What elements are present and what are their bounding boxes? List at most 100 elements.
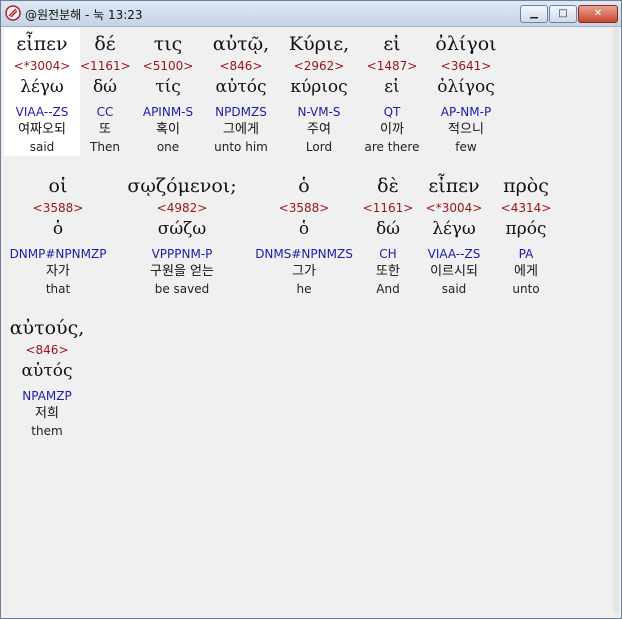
english-gloss: unto him	[214, 140, 268, 154]
english-gloss: be saved	[154, 282, 210, 296]
strong-number: <*3004>	[13, 59, 71, 73]
english-gloss: few	[455, 140, 477, 154]
english-gloss: he	[296, 282, 312, 296]
strong-number: <3588>	[278, 201, 330, 215]
word-cell[interactable]: Κύριε, <2962> κύριος N-VM-S 주여 Lord	[276, 28, 362, 156]
korean-gloss: 여짜오되	[18, 122, 66, 137]
korean-gloss: 혹이	[156, 122, 180, 137]
morphology-code: NPDMZS	[215, 105, 267, 119]
lemma: λέγω	[20, 77, 64, 97]
greek-word: σῳζόμενοι;	[127, 175, 237, 197]
english-gloss: Lord	[305, 140, 333, 154]
strong-number: <4314>	[500, 201, 552, 215]
strong-number: <2962>	[293, 59, 345, 73]
scrollbar[interactable]	[613, 28, 619, 613]
word-cell[interactable]: αὐτούς, <846> αὐτός NPAMZP 저희 them	[4, 312, 90, 440]
english-gloss: said	[29, 140, 55, 154]
greek-word: δὲ	[377, 175, 399, 197]
korean-gloss: 주여	[307, 122, 331, 137]
morphology-code: AP-NM-P	[440, 105, 492, 119]
close-button[interactable]: ✕	[578, 5, 618, 23]
korean-gloss: 그에게	[223, 122, 259, 137]
word-cell[interactable]: δὲ <1161> δώ CH 또한 And	[358, 170, 418, 298]
word-cell[interactable]: πρὸς <4314> πρός PA 에게 unto	[490, 170, 562, 298]
korean-gloss: 이까	[380, 122, 404, 137]
strong-number: <4982>	[156, 201, 208, 215]
strong-number: <1161>	[80, 59, 131, 73]
lemma: εἰ	[384, 77, 400, 97]
korean-gloss: 에게	[514, 264, 538, 279]
morphology-code: DNMS#NPNMZS	[255, 247, 353, 261]
morphology-code: NPAMZP	[22, 389, 72, 403]
korean-gloss: 그가	[292, 264, 316, 279]
korean-gloss: 자가	[46, 264, 70, 279]
korean-gloss: 저희	[35, 406, 59, 421]
lemma: αὐτός	[215, 77, 267, 97]
greek-word: εἶπεν	[428, 175, 480, 197]
word-cell[interactable]: εἶπεν <*3004> λέγω VIAA--ZS 여짜오되 said	[4, 28, 80, 156]
morphology-code: VIAA--ZS	[15, 105, 69, 119]
korean-gloss: 구원을 얻는	[150, 264, 214, 279]
strong-number: <3641>	[440, 59, 492, 73]
word-cell[interactable]: οἱ <3588> ὁ DNMP#NPNMZP 자가 that	[4, 170, 112, 298]
greek-word: αὐτῷ,	[212, 33, 270, 55]
greek-word: ὀλίγοι	[435, 33, 497, 55]
app-logo-icon	[5, 5, 21, 21]
lemma: κύριος	[290, 77, 348, 97]
minimize-button[interactable]: ▁	[520, 5, 548, 23]
morphology-code: N-VM-S	[297, 105, 341, 119]
word-cell[interactable]: αὐτῷ, <846> αὐτός NPDMZS 그에게 unto him	[206, 28, 276, 156]
english-gloss: one	[156, 140, 180, 154]
lemma: λέγω	[432, 219, 476, 239]
lemma: ὀλίγος	[437, 77, 495, 97]
english-gloss: that	[45, 282, 71, 296]
app-window: @원전분해 - 눅 13:23 ▁ □ ✕ εἶπεν <*3004> λέγω…	[0, 0, 622, 619]
greek-word: εἰ	[383, 33, 401, 55]
word-cell[interactable]: ὁ <3588> ὁ DNMS#NPNMZS 그가 he	[252, 170, 356, 298]
lemma: σώζω	[157, 219, 207, 239]
greek-word: Κύριε,	[288, 33, 350, 55]
morphology-code: APINM-S	[142, 105, 194, 119]
interlinear-panel: εἶπεν <*3004> λέγω VIAA--ZS 여짜오되 said δέ…	[4, 28, 613, 613]
word-cell[interactable]: εἰ <1487> εἰ QT 이까 are there	[362, 28, 422, 156]
morphology-code: CC	[96, 105, 114, 119]
maximize-button[interactable]: □	[549, 5, 577, 23]
morphology-code: VIAA--ZS	[427, 247, 481, 261]
english-gloss: said	[441, 282, 467, 296]
strong-number: <1161>	[362, 201, 414, 215]
word-cell[interactable]: σῳζόμενοι; <4982> σώζω VPPPNM-P 구원을 얻는 b…	[112, 170, 252, 298]
greek-word: εἶπεν	[16, 33, 68, 55]
lemma: πρός	[505, 219, 547, 239]
word-cell[interactable]: δέ <1161> δώ CC 또 Then	[80, 28, 131, 156]
lemma: αὐτός	[21, 361, 73, 381]
greek-word: ὁ	[298, 175, 310, 197]
morphology-code: QT	[383, 105, 401, 119]
strong-number: <846>	[219, 59, 263, 73]
word-cell[interactable]: ὀλίγοι <3641> ὀλίγος AP-NM-P 적으니 few	[422, 28, 510, 156]
english-gloss: are there	[364, 140, 420, 154]
greek-word: τις	[153, 33, 183, 55]
morphology-code: VPPPNM-P	[151, 247, 213, 261]
lemma: δώ	[92, 77, 118, 97]
greek-word: πρὸς	[503, 175, 549, 197]
english-gloss: unto	[512, 282, 540, 296]
strong-number: <*3004>	[425, 201, 483, 215]
korean-gloss: 이르시되	[430, 264, 478, 279]
korean-gloss: 적으니	[448, 122, 484, 137]
lemma: δώ	[375, 219, 401, 239]
window-title: @원전분해 - 눅 13:23	[25, 8, 143, 22]
greek-word: αὐτούς,	[9, 317, 85, 339]
lemma: τίς	[155, 77, 181, 97]
strong-number: <3588>	[32, 201, 84, 215]
korean-gloss: 또한	[376, 264, 400, 279]
morphology-code: CH	[379, 247, 397, 261]
morphology-code: DNMP#NPNMZP	[9, 247, 107, 261]
morphology-code: PA	[518, 247, 534, 261]
word-cell[interactable]: τις <5100> τίς APINM-S 혹이 one	[130, 28, 206, 156]
word-cell[interactable]: εἶπεν <*3004> λέγω VIAA--ZS 이르시되 said	[418, 170, 490, 298]
english-gloss: Then	[90, 140, 120, 154]
title-bar[interactable]: @원전분해 - 눅 13:23 ▁ □ ✕	[1, 1, 621, 27]
korean-gloss: 또	[99, 122, 111, 137]
greek-word: δέ	[94, 33, 116, 55]
english-gloss: them	[31, 424, 63, 438]
